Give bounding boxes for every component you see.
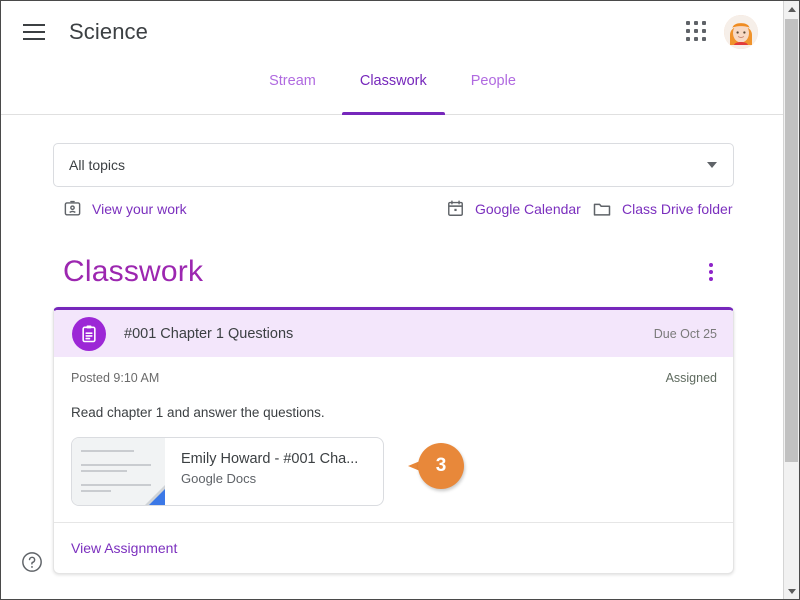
google-calendar-link[interactable]: Google Calendar xyxy=(446,199,581,218)
scrollbar-thumb[interactable] xyxy=(785,19,798,462)
classwork-header: Classwork xyxy=(63,255,723,289)
attachment-title: Emily Howard - #001 Cha... xyxy=(181,451,359,467)
classwork-heading: Classwork xyxy=(63,255,204,288)
folder-icon xyxy=(592,199,612,219)
more-vert-icon[interactable] xyxy=(699,260,723,284)
assignment-card-body: Posted 9:10 AM Assigned Read chapter 1 a… xyxy=(54,357,733,523)
avatar-illustration xyxy=(724,15,758,49)
top-bar-actions xyxy=(686,15,758,49)
tab-bar: Stream Classwork People xyxy=(1,63,784,115)
id-badge-icon xyxy=(63,199,82,218)
top-app-bar: Science xyxy=(1,1,784,63)
assignment-due-date: Due Oct 25 xyxy=(653,326,717,341)
scroll-down-arrow-icon[interactable] xyxy=(784,583,799,599)
assignment-card: #001 Chapter 1 Questions Due Oct 25 Post… xyxy=(53,307,734,574)
tab-classwork[interactable]: Classwork xyxy=(338,63,449,115)
view-your-work-link[interactable]: View your work xyxy=(63,199,187,218)
view-your-work-label: View your work xyxy=(92,200,187,217)
assignment-posted-time: Posted 9:10 AM xyxy=(71,371,160,385)
main-content: All topics View your work Google Calenda… xyxy=(1,115,784,599)
class-drive-folder-label: Class Drive folder xyxy=(622,201,733,217)
hamburger-menu-icon[interactable] xyxy=(23,19,49,45)
google-apps-grid-icon[interactable] xyxy=(686,21,708,43)
chevron-down-icon xyxy=(707,162,717,168)
attachment-subtitle: Google Docs xyxy=(181,471,257,486)
attachment-meta: Emily Howard - #001 Cha... Google Docs xyxy=(165,438,358,505)
calendar-icon xyxy=(446,199,465,218)
tab-stream[interactable]: Stream xyxy=(247,63,338,115)
help-circle-icon[interactable] xyxy=(21,551,43,573)
classwork-actions: View your work Google Calendar Class Dri… xyxy=(56,199,734,233)
callout-number: 3 xyxy=(418,443,464,489)
assignment-clipboard-icon xyxy=(72,316,106,351)
class-drive-folder-link[interactable]: Class Drive folder xyxy=(592,199,732,219)
google-calendar-label: Google Calendar xyxy=(475,200,581,217)
assignment-description: Read chapter 1 and answer the questions. xyxy=(71,405,325,420)
browser-window: Science Stream Classwork People All topi… xyxy=(0,0,800,600)
all-topics-label: All topics xyxy=(69,157,126,173)
view-assignment-link[interactable]: View Assignment xyxy=(71,540,177,556)
tab-people[interactable]: People xyxy=(449,63,538,115)
avatar[interactable] xyxy=(724,15,758,49)
assignment-title: #001 Chapter 1 Questions xyxy=(124,325,294,342)
status-badge: Assigned xyxy=(665,371,717,385)
assignment-card-header[interactable]: #001 Chapter 1 Questions Due Oct 25 xyxy=(54,310,733,357)
assignment-card-footer: View Assignment xyxy=(54,523,733,573)
page-title: Science xyxy=(69,19,148,44)
vertical-scrollbar[interactable] xyxy=(783,1,799,599)
all-topics-dropdown[interactable]: All topics xyxy=(53,143,734,187)
google-docs-thumbnail xyxy=(72,438,165,505)
attachment-card[interactable]: Emily Howard - #001 Cha... Google Docs xyxy=(71,437,384,506)
scroll-up-arrow-icon[interactable] xyxy=(784,1,799,17)
attachment-area: Emily Howard - #001 Cha... Google Docs 3 xyxy=(71,437,464,506)
assignment-meta-row: Posted 9:10 AM Assigned xyxy=(71,371,717,385)
callout-marker-3: 3 xyxy=(408,443,464,499)
